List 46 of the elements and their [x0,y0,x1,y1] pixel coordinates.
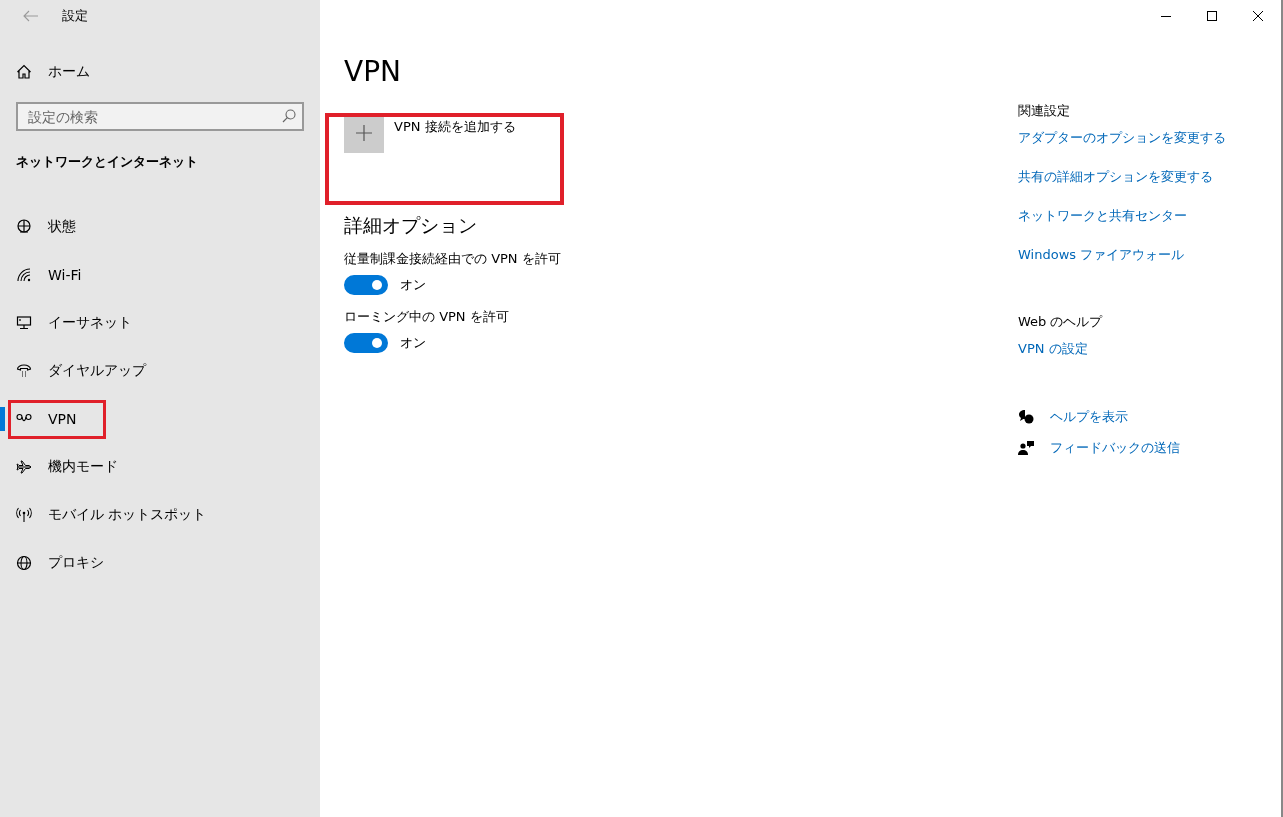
home-nav-item[interactable]: ホーム [16,56,90,88]
globe-icon [16,555,32,571]
option-label: 従量制課金接続経由での VPN を許可 [344,250,562,268]
toggle-switch[interactable] [344,333,388,353]
antenna-icon [16,507,32,523]
search-icon [282,109,296,123]
wifi-icon [16,267,32,283]
airplane-icon [16,459,32,475]
maximize-icon [1207,11,1217,21]
globe-icon [16,219,32,235]
link[interactable]: Windows ファイアウォール [1018,245,1185,265]
link[interactable]: ネットワークと共有センター [1018,206,1187,226]
option-label: ローミング中の VPN を許可 [344,308,510,326]
web-help-heading: Web のヘルプ [1018,313,1104,331]
add-vpn-button[interactable]: VPN 接続を追加する [344,113,516,153]
nav-item[interactable]: Wi-Fi [0,251,320,299]
nav-item[interactable]: プロキシ [0,539,320,587]
selection-indicator [0,407,5,431]
monitor-icon [16,315,32,331]
minimize-icon [1161,15,1171,17]
link[interactable]: フィードバックの送信 [1050,438,1180,458]
nav-item[interactable]: イーサネット [0,299,320,347]
home-icon [16,64,32,80]
window-title: 設定 [62,7,88,25]
link[interactable]: ヘルプを表示 [1050,407,1128,427]
toggle-switch[interactable] [344,275,388,295]
section-heading: 詳細オプション [344,213,478,237]
related-heading: 関連設定 [1018,102,1071,120]
link[interactable]: 共有の詳細オプションを変更する [1018,167,1213,187]
nav-item[interactable]: 機内モード [0,443,320,491]
page-title: VPN [344,54,402,90]
plus-icon [356,125,372,141]
close-icon [1253,11,1263,21]
link[interactable]: VPN の設定 [1018,339,1088,359]
toggle-state: オン [400,334,426,352]
toggle-state: オン [400,276,426,294]
nav-item[interactable]: VPN [0,395,320,443]
back-arrow-icon [23,10,39,22]
link[interactable]: アダプターのオプションを変更する [1018,128,1226,148]
section-heading: ネットワークとインターネット [16,153,199,171]
nav-item[interactable]: ダイヤルアップ [0,347,320,395]
person-feedback-icon [1018,440,1034,456]
nav-item[interactable]: 状態 [0,203,320,251]
phone-icon [16,363,32,379]
search-field[interactable]: 設定の検索 [16,102,304,131]
nav-item[interactable]: モバイル ホットスポット [0,491,320,539]
